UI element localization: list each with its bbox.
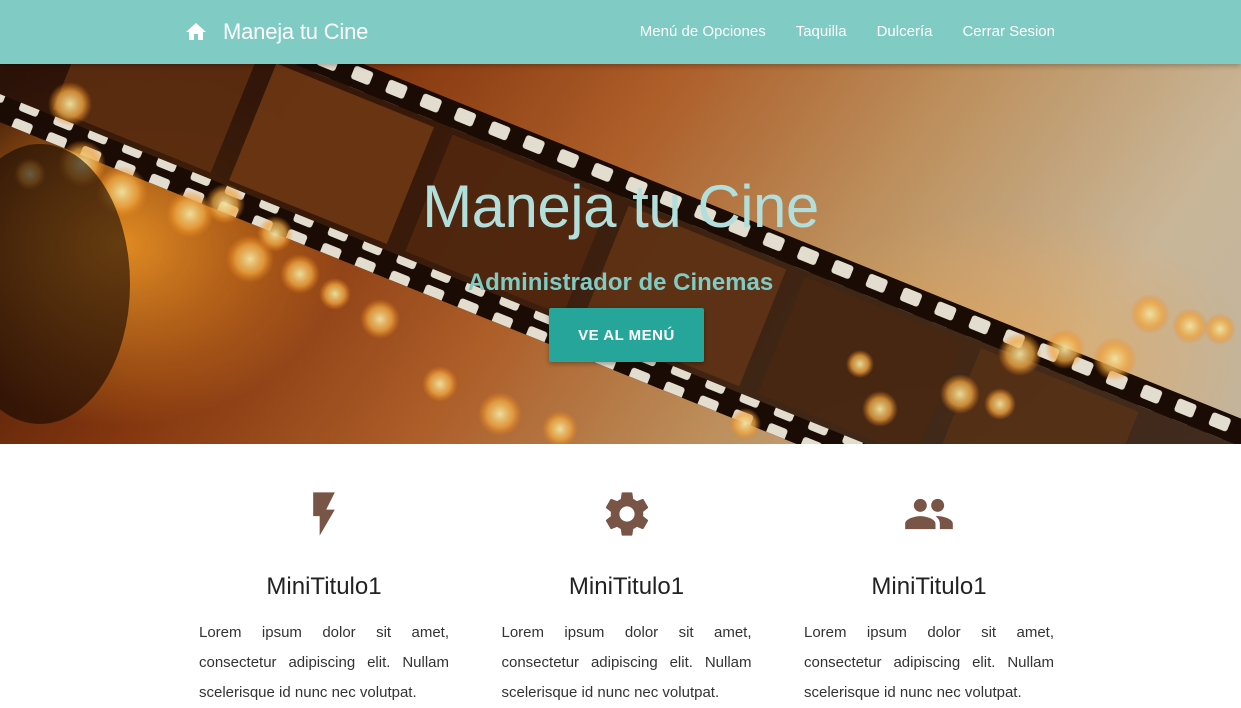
feature-title: MiniTitulo1	[568, 573, 685, 600]
nav-links: Menú de Opciones Taquilla Dulcería Cerra…	[610, 0, 1055, 64]
hero-title: Maneja tu Cine	[422, 173, 819, 240]
brand-logo[interactable]: Maneja tu Cine	[184, 0, 368, 64]
feature-title: MiniTitulo1	[871, 573, 987, 600]
feature-text: Lorem ipsum dolor sit amet, consectetur …	[804, 624, 1054, 701]
nav-link-cerrar-sesion[interactable]: Cerrar Sesion	[962, 23, 1055, 40]
hero-overlay	[0, 64, 1241, 444]
features-section: MiniTitulo1 Lorem ipsum dolor sit amet, …	[184, 444, 1069, 708]
nav-link-menu-opciones[interactable]: Menú de Opciones	[640, 23, 766, 40]
flash-icon	[313, 492, 335, 536]
gear-icon	[605, 492, 648, 536]
feature-title: MiniTitulo1	[266, 573, 382, 600]
feature-card: MiniTitulo1 Lorem ipsum dolor sit amet, …	[184, 444, 464, 708]
hero-subtitle: Administrador de Cinemas	[467, 269, 774, 296]
hero-banner: Maneja tu Cine Administrador de Cinemas …	[0, 64, 1241, 444]
nav-link-taquilla[interactable]: Taquilla	[796, 23, 847, 40]
feature-card: MiniTitulo1 Lorem ipsum dolor sit amet, …	[789, 444, 1069, 708]
home-icon	[186, 23, 206, 40]
feature-card: MiniTitulo1 Lorem ipsum dolor sit amet, …	[487, 444, 767, 708]
feature-text: Lorem ipsum dolor sit amet, consectetur …	[501, 624, 752, 701]
navbar: Maneja tu Cine Menú de Opciones Taquilla…	[0, 0, 1241, 64]
brand-text: Maneja tu Cine	[223, 19, 369, 44]
group-icon	[905, 498, 953, 530]
go-to-menu-button[interactable]: VE AL MENÚ	[549, 308, 704, 362]
feature-text: Lorem ipsum dolor sit amet, consectetur …	[199, 624, 449, 701]
nav-link-dulceria[interactable]: Dulcería	[877, 23, 933, 40]
